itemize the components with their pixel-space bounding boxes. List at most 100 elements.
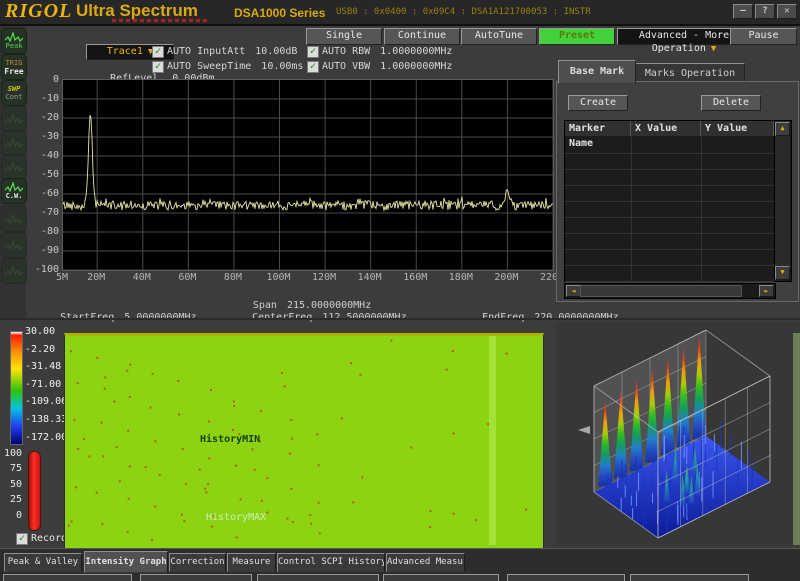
auto-label: AUTO SweepTime (167, 61, 251, 72)
partial-button[interactable] (383, 574, 499, 581)
slider-tick-label: 50 (2, 479, 22, 490)
intensity-slider[interactable] (28, 451, 41, 531)
scroll-left-icon[interactable]: ◄ (566, 285, 581, 297)
table-row[interactable] (565, 201, 774, 218)
vertical-scrollbar[interactable] (774, 121, 790, 279)
horizontal-scrollbar[interactable]: ◄ ► (564, 283, 776, 299)
waveform-icon (5, 266, 23, 276)
autotune-button[interactable]: AutoTune (461, 28, 537, 45)
column-header-marker-name[interactable]: Marker Name (565, 121, 631, 136)
create-marker-button[interactable]: Create (568, 95, 628, 111)
waterfall-3d-panel (556, 322, 800, 546)
partial-button[interactable] (140, 574, 252, 581)
table-row[interactable] (565, 169, 774, 186)
scroll-right-icon[interactable]: ► (759, 285, 774, 297)
colorbar-label: -172.00 (25, 432, 67, 443)
checkbox-auto-rbw[interactable]: ✓ (307, 46, 319, 58)
x-tick-label: 40M (133, 272, 151, 283)
tab-measure[interactable]: Measure (227, 553, 276, 572)
tab-base-mark[interactable]: Base Mark (558, 60, 636, 84)
section-divider (0, 318, 800, 320)
sidebar-item-trig-free[interactable]: TRIGFree (1, 54, 27, 80)
table-row[interactable] (565, 249, 774, 266)
tab-peak-valley[interactable]: Peak & Valley (4, 553, 82, 572)
table-row[interactable] (565, 185, 774, 202)
pause-button[interactable]: Pause (730, 28, 797, 45)
minimize-button[interactable]: – (733, 4, 753, 19)
scroll-down-icon[interactable]: ▼ (775, 266, 790, 280)
partial-button[interactable] (257, 574, 379, 581)
sidebar-item-swp-cont[interactable]: SWPCont (1, 80, 27, 106)
sidebar-item-dim-1[interactable] (1, 106, 27, 132)
y-tick-label: -100 (32, 264, 59, 275)
tab-correction[interactable]: Correction (169, 553, 226, 572)
recorder-checkbox[interactable]: ✓ (16, 533, 28, 545)
table-row[interactable] (565, 153, 774, 170)
column-divider (701, 201, 702, 217)
auto-label: AUTO RBW (322, 46, 370, 57)
tab-control-scpi-history[interactable]: Control SCPI History (277, 553, 385, 572)
scrollbar-thumb[interactable] (580, 285, 742, 297)
x-tick-label: 160M (403, 272, 427, 283)
checkbox-auto-inputatt[interactable]: ✓ (152, 46, 164, 58)
column-divider (701, 153, 702, 169)
help-button[interactable]: ? (755, 4, 775, 19)
y-tick-label: -90 (32, 245, 59, 256)
table-row[interactable] (565, 233, 774, 250)
column-divider (631, 185, 632, 201)
sidebar-item-cw[interactable]: C.W. (1, 178, 27, 204)
single-button[interactable]: Single (306, 28, 382, 45)
colorbar-label: -109.06 (25, 396, 67, 407)
y-tick-label: -80 (32, 226, 59, 237)
column-header-y-value[interactable]: Y Value (701, 121, 774, 136)
spectrum-trace-svg (63, 80, 553, 270)
right-edge-strip (793, 333, 800, 545)
waveform-icon (5, 138, 23, 148)
slider-tick-label: 25 (2, 494, 22, 505)
y-tick-label: -60 (32, 188, 59, 199)
auto-label: AUTO InputAtt (167, 46, 245, 57)
sidebar-item-peak[interactable]: Peak (1, 28, 27, 54)
table-row[interactable] (565, 265, 774, 282)
y-tick-label: -20 (32, 112, 59, 123)
column-header-x-value[interactable]: X Value (631, 121, 701, 136)
sidebar-label-top: TRIG (6, 59, 23, 67)
table-row[interactable] (565, 217, 774, 234)
close-button[interactable]: ✕ (777, 4, 797, 19)
column-divider (631, 249, 632, 265)
auto-label: AUTO VBW (322, 61, 370, 72)
rigol-logo: RIGOL (5, 0, 72, 23)
y-tick-label: -40 (32, 150, 59, 161)
trace-selector-value: Trace1 (107, 46, 143, 57)
sidebar-label: C.W. (6, 192, 23, 200)
tab-intensity-graph[interactable]: Intensity Graph (84, 551, 168, 573)
slider-tick-label: 100 (2, 448, 22, 459)
checkbox-auto-vbw[interactable]: ✓ (307, 61, 319, 73)
partial-button[interactable] (3, 574, 132, 581)
column-divider (701, 233, 702, 249)
app-title: Ultra Spectrum (76, 1, 198, 21)
checkbox-label: AUTO SweepTime10.00ms (167, 61, 303, 72)
tab-advanced-measure[interactable]: Advanced Measure (386, 553, 465, 572)
partial-button[interactable] (507, 574, 625, 581)
preset-button[interactable]: Preset (539, 28, 615, 45)
continue-button[interactable]: Continue (384, 28, 460, 45)
logo-subtext-decoration (112, 19, 208, 22)
title-bar: RIGOL Ultra Spectrum DSA1000 Series USB0… (0, 0, 800, 26)
column-divider (631, 265, 632, 281)
column-divider (701, 137, 702, 153)
sidebar-item-dim-4[interactable] (1, 206, 27, 232)
sidebar-item-dim-6[interactable] (1, 258, 27, 284)
column-divider (631, 137, 632, 153)
partial-button[interactable] (630, 574, 749, 581)
checkbox-auto-sweeptime[interactable]: ✓ (152, 61, 164, 73)
sidebar-item-dim-3[interactable] (1, 154, 27, 180)
colorbar-label: -138.33 (25, 414, 67, 425)
scroll-up-icon[interactable]: ▲ (775, 122, 790, 136)
y-tick-label: -50 (32, 169, 59, 180)
waveform-icon (5, 214, 23, 224)
sidebar-item-dim-2[interactable] (1, 130, 27, 156)
delete-marker-button[interactable]: Delete (701, 95, 761, 111)
table-row[interactable] (565, 137, 774, 154)
sidebar-item-dim-5[interactable] (1, 232, 27, 258)
